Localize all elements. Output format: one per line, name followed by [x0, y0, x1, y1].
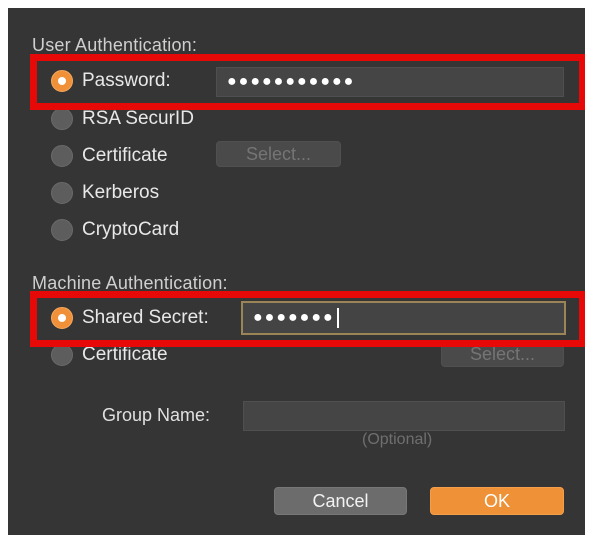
shared-secret-value: ●●●●●●●: [253, 309, 335, 326]
radio-button[interactable]: [51, 145, 73, 167]
radio-button-selected[interactable]: [51, 307, 73, 329]
user-cert-select-button[interactable]: Select...: [216, 141, 341, 167]
radio-cryptocard[interactable]: CryptoCard: [51, 217, 179, 243]
radio-password[interactable]: Password:: [51, 68, 171, 94]
machine-auth-heading: Machine Authentication:: [32, 273, 228, 293]
shared-secret-field[interactable]: ●●●●●●●: [241, 301, 566, 335]
radio-button[interactable]: [51, 219, 73, 241]
radio-certificate-machine-label: Certificate: [82, 344, 168, 365]
radio-kerberos-label: Kerberos: [82, 182, 160, 203]
radio-cryptocard-label: CryptoCard: [82, 219, 180, 240]
radio-shared-secret[interactable]: Shared Secret:: [51, 305, 209, 331]
cancel-button[interactable]: Cancel: [274, 487, 407, 515]
group-name-label: Group Name:: [102, 405, 211, 425]
radio-shared-secret-label: Shared Secret:: [82, 307, 209, 328]
radio-button-selected[interactable]: [51, 70, 73, 92]
radio-rsa-securid[interactable]: RSA SecurID: [51, 106, 194, 132]
radio-certificate-user-label: Certificate: [82, 145, 168, 166]
group-name-field[interactable]: [243, 401, 565, 431]
password-field[interactable]: ●●●●●●●●●●●: [216, 67, 564, 97]
radio-kerberos[interactable]: Kerberos: [51, 180, 159, 206]
radio-password-label: Password:: [82, 70, 171, 91]
radio-rsa-securid-label: RSA SecurID: [82, 108, 194, 129]
radio-button[interactable]: [51, 182, 73, 204]
user-auth-heading: User Authentication:: [32, 35, 198, 55]
ok-button[interactable]: OK: [430, 487, 564, 515]
radio-certificate-user[interactable]: Certificate: [51, 143, 168, 169]
machine-cert-select-button[interactable]: Select...: [441, 341, 564, 367]
text-caret: [336, 308, 339, 328]
radio-button[interactable]: [51, 108, 73, 130]
group-name-hint: (Optional): [362, 431, 433, 448]
radio-certificate-machine[interactable]: Certificate: [51, 342, 168, 368]
vpn-auth-sheet: User Authentication: Password: ●●●●●●●●●…: [8, 8, 585, 535]
password-value: ●●●●●●●●●●●: [227, 73, 356, 90]
radio-button[interactable]: [51, 344, 73, 366]
